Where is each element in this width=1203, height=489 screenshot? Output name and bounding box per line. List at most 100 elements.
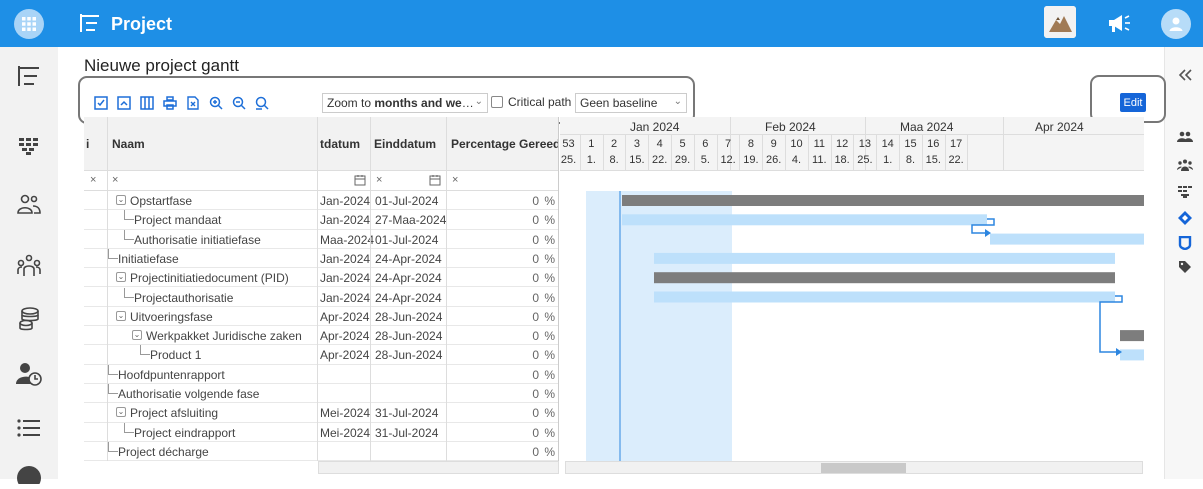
expand-toggle-icon[interactable]: ⌄ xyxy=(116,272,126,283)
percent-symbol: % xyxy=(544,367,555,382)
right-item-stakeholders[interactable] xyxy=(1177,157,1193,173)
percent-symbol: % xyxy=(544,194,555,208)
sidebar-item-finance[interactable] xyxy=(14,304,44,334)
zoom-in-button[interactable] xyxy=(205,94,227,112)
table-row[interactable]: ⌄ Werkpakket Juridische zaken Apr-2024 28-J… xyxy=(84,326,558,346)
column-header-start[interactable]: tdatum xyxy=(320,137,360,151)
apps-grid-button[interactable] xyxy=(14,9,44,39)
export-button[interactable] xyxy=(182,94,204,112)
task-bar[interactable] xyxy=(654,272,1115,284)
user-account-button[interactable] xyxy=(1161,9,1191,39)
clear-filter-icon[interactable]: × xyxy=(112,174,118,186)
zoom-in-icon xyxy=(209,96,223,110)
right-item-planning[interactable] xyxy=(1177,184,1193,200)
clear-filter-icon[interactable]: × xyxy=(452,174,458,186)
task-start: Jan-2024 xyxy=(320,290,371,305)
column-header-percent[interactable]: Percentage Gereed xyxy=(451,137,558,151)
columns-button[interactable] xyxy=(136,94,158,112)
expand-toggle-icon[interactable]: ⌄ xyxy=(132,330,142,341)
zoom-fit-icon xyxy=(255,96,269,110)
task-bar[interactable] xyxy=(622,214,987,226)
task-percent: 0 xyxy=(532,348,539,363)
column-header-end[interactable]: Einddatum xyxy=(374,137,436,151)
task-start: Apr-2024 xyxy=(320,309,370,324)
collapse-all-button[interactable] xyxy=(113,94,135,112)
task-bar[interactable] xyxy=(1120,349,1144,361)
task-name: Opstartfase xyxy=(130,194,193,208)
task-start: Jan-2024 xyxy=(320,271,371,286)
print-button[interactable] xyxy=(159,94,181,112)
baseline-select[interactable]: Geen baseline ⌄ xyxy=(575,93,687,113)
task-bar[interactable] xyxy=(622,195,1144,206)
sidebar-item-timesheet[interactable] xyxy=(14,359,44,389)
megaphone-icon[interactable] xyxy=(1107,12,1133,34)
grid-filter-row: × × × × xyxy=(84,171,558,191)
right-item-tags[interactable] xyxy=(1177,259,1193,275)
table-row[interactable]: Hoofdpuntenrapport 0% xyxy=(84,364,558,384)
percent-symbol: % xyxy=(544,348,555,363)
table-row[interactable]: Project mandaat Jan-2024 27-Maa-2024 0% xyxy=(84,210,558,230)
task-percent: 0 xyxy=(532,444,539,459)
task-bar[interactable] xyxy=(1120,330,1144,342)
table-row[interactable]: Authorisatie initiatiefase Maa-2024 01-Jul… xyxy=(84,229,558,249)
expand-toggle-icon[interactable]: ⌄ xyxy=(116,407,126,418)
sidebar-item-team[interactable] xyxy=(14,189,44,219)
critical-path-checkbox[interactable] xyxy=(491,96,503,108)
sidebar-item-planning[interactable] xyxy=(14,131,44,161)
column-header-name[interactable]: Naam xyxy=(112,137,145,151)
dependency-link[interactable] xyxy=(1099,295,1123,353)
column-divider xyxy=(370,117,371,461)
task-bar[interactable] xyxy=(990,233,1144,245)
scrollbar-thumb[interactable] xyxy=(821,463,906,473)
sidebar-item-project[interactable] xyxy=(14,61,44,91)
task-name: Project afsluiting xyxy=(130,406,219,421)
zoom-fit-button[interactable] xyxy=(251,94,273,112)
column-divider xyxy=(446,117,447,461)
right-item-issues[interactable] xyxy=(1177,235,1193,251)
organisation-logo[interactable] xyxy=(1044,6,1076,38)
task-bar[interactable] xyxy=(654,252,1115,264)
check-square-icon xyxy=(94,96,108,110)
table-row[interactable]: Authorisatie volgende fase 0% xyxy=(84,384,558,404)
table-row[interactable]: ⌄ Opstartfase Jan-2024 01-Jul-2024 0% xyxy=(84,191,558,211)
table-row[interactable]: Initiatiefase Jan-2024 24-Apr-2024 0% xyxy=(84,248,558,269)
clear-filter-icon[interactable]: × xyxy=(376,174,382,186)
task-start: Mei-2024 xyxy=(320,406,371,421)
right-item-team[interactable] xyxy=(1177,129,1193,145)
calendar-icon[interactable] xyxy=(429,174,441,186)
expand-toggle-icon[interactable]: ⌄ xyxy=(116,310,126,321)
task-name: Project décharge xyxy=(118,444,209,459)
coins-database-icon xyxy=(19,307,39,331)
table-row[interactable]: Project décharge 0% xyxy=(84,441,558,461)
zoom-prefix: Zoom to xyxy=(327,96,375,110)
task-end: 31-Jul-2024 xyxy=(375,406,439,421)
task-start: Apr-2024 xyxy=(320,348,370,363)
right-item-milestones[interactable] xyxy=(1177,210,1193,226)
sidebar-item-more[interactable] xyxy=(14,459,44,489)
sidebar-item-stakeholders[interactable] xyxy=(14,251,44,281)
clear-filter-icon[interactable]: × xyxy=(90,174,96,186)
table-row[interactable]: Project eindrapport Mei-2024 31-Jul-2024 0% xyxy=(84,422,558,442)
percent-symbol: % xyxy=(544,290,555,305)
zoom-out-button[interactable] xyxy=(228,94,250,112)
grid-horizontal-scrollbar[interactable] xyxy=(318,461,559,474)
zoom-ellipsis: … xyxy=(461,96,474,110)
collapse-icon xyxy=(117,96,131,110)
zoom-select[interactable]: Zoom to months and we… ⌄ xyxy=(322,93,488,113)
table-row[interactable]: ⌄ Projectinitiatiedocument (PID) Jan-2024 2… xyxy=(84,268,558,288)
table-row[interactable]: ⌄ Project afsluiting Mei-2024 31-Jul-2024 0% xyxy=(84,403,558,423)
percent-symbol: % xyxy=(544,232,555,247)
calendar-icon[interactable] xyxy=(354,174,366,186)
table-row[interactable]: ⌄ Uitvoeringsfase Apr-2024 28-Jun-2024 0% xyxy=(84,307,558,327)
sidebar-item-list[interactable] xyxy=(14,413,44,443)
expand-toggle-icon[interactable]: ⌄ xyxy=(116,195,126,205)
table-row[interactable]: Projectauthorisatie Jan-2024 24-Apr-2024 0% xyxy=(84,287,558,307)
task-bar[interactable] xyxy=(654,291,1115,303)
select-all-button[interactable] xyxy=(90,94,112,112)
chart-horizontal-scrollbar[interactable] xyxy=(565,461,1143,474)
edit-button[interactable]: Edit xyxy=(1120,93,1146,112)
task-start: Jan-2024 xyxy=(320,251,371,266)
column-header-index[interactable]: i xyxy=(86,137,89,151)
collapse-sidebar-button[interactable] xyxy=(1177,67,1193,83)
table-row[interactable]: Product 1 Apr-2024 28-Jun-2024 0% xyxy=(84,345,558,365)
